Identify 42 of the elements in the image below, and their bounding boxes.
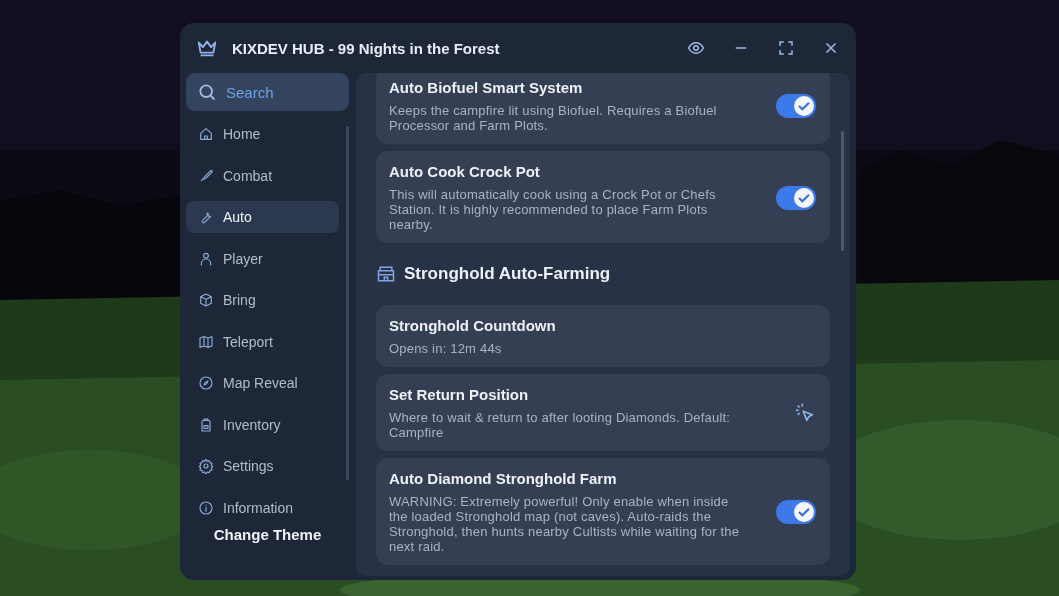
- sidebar-item[interactable]: Map Reveal: [186, 367, 339, 399]
- window-title: KIXDEV HUB - 99 Nights in the Forest: [232, 39, 501, 57]
- map-icon: [198, 333, 214, 350]
- building-icon: [376, 264, 396, 284]
- toggle-switch[interactable]: [776, 185, 816, 210]
- setting-description: Opens in: 12m 44s: [389, 341, 503, 356]
- box-icon: [198, 292, 214, 308]
- setting-description: Where to wait & return to after looting Diamonds. Default: Campfire: [389, 410, 732, 440]
- compass-icon: [198, 375, 214, 391]
- setting-title: Auto Biofuel Smart System: [389, 79, 584, 96]
- toggle-switch[interactable]: [776, 500, 816, 524]
- home-icon: [198, 126, 214, 142]
- setting-description: WARNING: Extremely powerful! Only enable when inside the loaded Stronghold map (not caves). Auto-raids the Stronghold, then hunts nearby Cultists while waiting for the next raid.: [389, 494, 741, 554]
- sidebar-item[interactable]: Home: [186, 118, 339, 150]
- cursor-click-icon[interactable]: [794, 402, 816, 424]
- sidebar-item[interactable]: Player: [186, 242, 339, 275]
- sidebar-item[interactable]: Information: [186, 491, 339, 522]
- section-heading: Stronghold Auto-Farming: [404, 264, 611, 284]
- info-icon: [198, 499, 214, 516]
- sidebar-item[interactable]: Auto: [186, 201, 339, 233]
- setting-title: Stronghold Countdown: [389, 317, 557, 334]
- toggle-switch[interactable]: [776, 94, 816, 118]
- sidebar-item[interactable]: Settings: [186, 450, 339, 482]
- scrollbar[interactable]: [346, 126, 349, 480]
- sidebar-item[interactable]: Bring: [186, 284, 339, 316]
- setting-title: Auto Cook Crock Pot: [389, 163, 541, 180]
- setting-description: Keeps the campfire lit using Biofuel. Requires a Biofuel Processor and Farm Plots.: [389, 103, 718, 133]
- sidebar-item[interactable]: Combat: [186, 159, 339, 192]
- maximize-icon[interactable]: [777, 39, 795, 57]
- sidebar-item[interactable]: Teleport: [186, 325, 339, 358]
- person-icon: [198, 250, 214, 267]
- eye-icon[interactable]: [687, 39, 705, 57]
- change-theme-button[interactable]: Change Theme: [207, 522, 328, 547]
- setting-description: This will automatically cook using a Crock Pot or Chefs Station. It is highly recommended to place Farm Plots nearby.: [389, 187, 717, 232]
- scrollbar[interactable]: [841, 131, 844, 251]
- sidebar-item[interactable]: Inventory: [186, 408, 339, 441]
- search-field[interactable]: Search: [186, 73, 349, 111]
- search-icon: [197, 82, 217, 102]
- setting-title: Set Return Position: [389, 386, 530, 403]
- backpack-icon: [198, 416, 214, 433]
- setting-title: Auto Diamond Stronghold Farm: [389, 470, 618, 487]
- gear-icon: [198, 458, 214, 474]
